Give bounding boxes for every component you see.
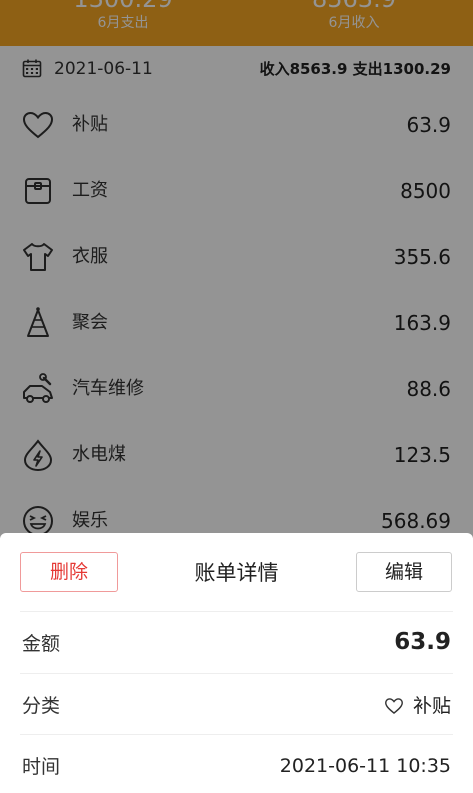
heart-icon <box>385 698 403 714</box>
divider <box>20 673 453 674</box>
divider <box>20 734 453 735</box>
category-label: 分类 <box>22 695 61 717</box>
category-name: 补贴 <box>412 695 451 717</box>
amount-value: 63.9 <box>394 629 451 655</box>
time-value: 2021-06-11 10:35 <box>279 755 451 777</box>
category-value: 补贴 <box>383 693 451 719</box>
divider <box>20 611 453 612</box>
amount-label: 金额 <box>22 633 61 655</box>
time-label: 时间 <box>22 756 61 778</box>
bill-detail-sheet: 删除 账单详情 编辑 金额 63.9 分类 补贴 时间 2021-06-11 1… <box>0 533 473 793</box>
edit-button[interactable]: 编辑 <box>356 552 452 592</box>
